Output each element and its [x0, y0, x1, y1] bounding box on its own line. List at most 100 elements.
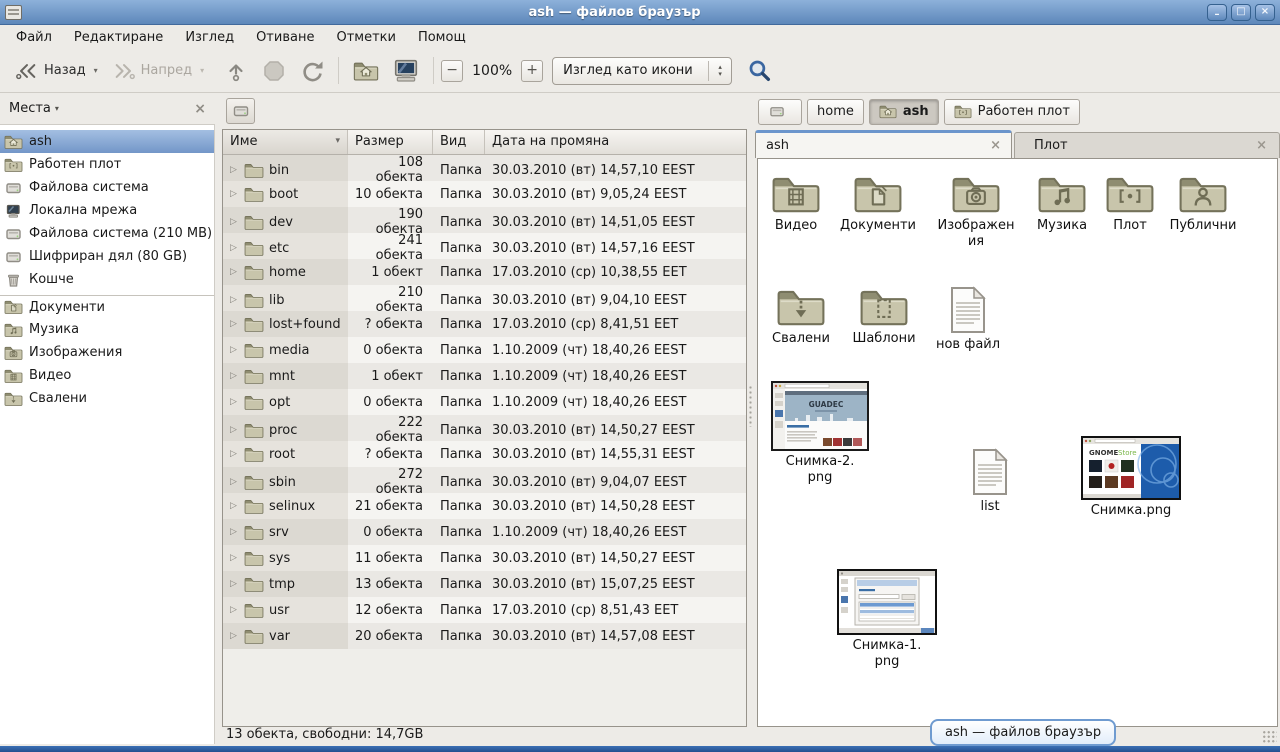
up-button[interactable] [217, 55, 255, 87]
table-row[interactable]: ▷ usr 12 обекта Папка 17.03.2010 (ср) 8,… [223, 597, 746, 623]
tab-ash[interactable]: ash × [755, 130, 1012, 158]
zoom-in-button[interactable]: + [521, 60, 543, 82]
expander-icon[interactable]: ▷ [228, 371, 239, 381]
expander-icon[interactable]: ▷ [228, 189, 239, 199]
breadcrumb-button[interactable]: Работен плот [944, 99, 1080, 125]
expander-icon[interactable]: ▷ [228, 477, 239, 487]
back-button[interactable]: Назад ▾ [8, 56, 105, 86]
table-row[interactable]: ▷ mnt 1 обект Папка 1.10.2009 (чт) 18,40… [223, 363, 746, 389]
places-item[interactable]: Локална мрежа [0, 199, 214, 222]
places-item[interactable]: Шифриран дял (80 GB) [0, 245, 214, 268]
expander-icon[interactable]: ▷ [228, 449, 239, 459]
reload-button[interactable] [293, 55, 331, 87]
computer-button[interactable] [386, 55, 426, 87]
places-item[interactable]: Свалени [0, 387, 214, 410]
expander-icon[interactable]: ▷ [228, 527, 239, 537]
forward-dropdown-icon[interactable]: ▾ [200, 66, 204, 75]
tab-plot[interactable]: Плот × [1014, 132, 1280, 158]
places-item[interactable]: Работен плот [0, 153, 214, 176]
expander-icon[interactable]: ▷ [228, 605, 239, 615]
file-item[interactable]: Изображен ия [933, 173, 1019, 250]
file-item[interactable]: Документи [835, 173, 921, 234]
file-item[interactable]: нов файл [925, 286, 1011, 353]
table-row[interactable]: ▷ etc 241 обекта Папка 30.03.2010 (вт) 1… [223, 233, 746, 259]
expander-icon[interactable]: ▷ [228, 267, 239, 277]
expander-icon[interactable]: ▷ [228, 243, 239, 253]
table-row[interactable]: ▷ dev 190 обекта Папка 30.03.2010 (вт) 1… [223, 207, 746, 233]
expander-icon[interactable]: ▷ [228, 631, 239, 641]
table-row[interactable]: ▷ bin 108 обекта Папка 30.03.2010 (вт) 1… [223, 155, 746, 181]
breadcrumb-button[interactable] [758, 99, 802, 125]
expander-icon[interactable]: ▷ [228, 579, 239, 589]
resize-grip[interactable] [1262, 730, 1277, 743]
places-title[interactable]: Места [9, 101, 51, 116]
expander-icon[interactable]: ▷ [228, 553, 239, 563]
expander-icon[interactable]: ▷ [228, 217, 239, 227]
expander-icon[interactable]: ▷ [228, 425, 239, 435]
places-item[interactable]: Файлова система (210 MB) [0, 222, 214, 245]
table-row[interactable]: ▷ sbin 272 обекта Папка 30.03.2010 (вт) … [223, 467, 746, 493]
places-item[interactable]: Документи [0, 295, 214, 318]
tab-close-icon[interactable]: × [990, 138, 1001, 153]
minimize-button[interactable]: – [1207, 4, 1227, 21]
menu-item[interactable]: Помощ [407, 27, 477, 48]
search-button[interactable] [744, 55, 775, 86]
expander-icon[interactable]: ▷ [228, 345, 239, 355]
table-row[interactable]: ▷ tmp 13 обекта Папка 30.03.2010 (вт) 15… [223, 571, 746, 597]
stop-button[interactable] [255, 55, 293, 87]
table-row[interactable]: ▷ root ? обекта Папка 30.03.2010 (вт) 14… [223, 441, 746, 467]
table-row[interactable]: ▷ selinux 21 обекта Папка 30.03.2010 (вт… [223, 493, 746, 519]
column-header-name[interactable]: Име ▾ [223, 130, 348, 154]
breadcrumb-button[interactable]: ash [869, 99, 939, 125]
places-item[interactable]: Изображения [0, 341, 214, 364]
menu-item[interactable]: Изглед [174, 27, 245, 48]
root-location-button[interactable] [226, 98, 255, 124]
places-item[interactable]: Кошче [0, 268, 214, 291]
zoom-out-button[interactable]: − [441, 60, 463, 82]
column-header-type[interactable]: Вид [433, 130, 485, 154]
menu-item[interactable]: Редактиране [63, 27, 174, 48]
view-mode-select[interactable]: Изглед като икони ▴▾ [552, 57, 732, 85]
file-item[interactable]: Снимка.png [1079, 436, 1183, 519]
menu-item[interactable]: Файл [5, 27, 63, 48]
file-item[interactable]: Свалени [758, 286, 844, 347]
table-row[interactable]: ▷ opt 0 обекта Папка 1.10.2009 (чт) 18,4… [223, 389, 746, 415]
forward-button[interactable]: Напред ▾ [105, 56, 212, 86]
home-button[interactable] [346, 56, 386, 86]
close-button[interactable]: × [1255, 4, 1275, 21]
places-item[interactable]: Музика [0, 318, 214, 341]
column-header-date[interactable]: Дата на промяна [485, 130, 746, 154]
table-row[interactable]: ▷ srv 0 обекта Папка 1.10.2009 (чт) 18,4… [223, 519, 746, 545]
file-item[interactable]: Видео [757, 173, 839, 234]
table-row[interactable]: ▷ home 1 обект Папка 17.03.2010 (ср) 10,… [223, 259, 746, 285]
file-item[interactable]: Шаблони [841, 286, 927, 347]
places-dropdown-icon[interactable]: ▾ [55, 104, 59, 113]
expander-icon[interactable]: ▷ [228, 397, 239, 407]
table-row[interactable]: ▷ sys 11 обекта Папка 30.03.2010 (вт) 14… [223, 545, 746, 571]
table-row[interactable]: ▷ boot 10 обекта Папка 30.03.2010 (вт) 9… [223, 181, 746, 207]
maximize-button[interactable]: □ [1231, 4, 1251, 21]
places-item[interactable]: Видео [0, 364, 214, 387]
table-row[interactable]: ▷ lib 210 обекта Папка 30.03.2010 (вт) 9… [223, 285, 746, 311]
table-row[interactable]: ▷ media 0 обекта Папка 1.10.2009 (чт) 18… [223, 337, 746, 363]
places-item[interactable]: Файлова система [0, 176, 214, 199]
table-row[interactable]: ▷ lost+found ? обекта Папка 17.03.2010 (… [223, 311, 746, 337]
file-item[interactable]: Снимка-2. png [768, 381, 872, 486]
tab-close-icon[interactable]: × [1256, 138, 1267, 153]
expander-icon[interactable]: ▷ [228, 165, 239, 175]
breadcrumb-button[interactable]: home [807, 99, 864, 125]
menu-item[interactable]: Отметки [325, 27, 406, 48]
places-item[interactable]: ash [0, 130, 214, 153]
expander-icon[interactable]: ▷ [228, 319, 239, 329]
table-row[interactable]: ▷ var 20 обекта Папка 30.03.2010 (вт) 14… [223, 623, 746, 649]
file-item[interactable]: Снимка-1. png [835, 569, 939, 670]
expander-icon[interactable]: ▷ [228, 501, 239, 511]
menu-item[interactable]: Отиване [245, 27, 325, 48]
back-dropdown-icon[interactable]: ▾ [94, 66, 98, 75]
places-close-button[interactable]: × [194, 101, 206, 117]
file-item[interactable]: Публични [1160, 173, 1246, 234]
column-header-size[interactable]: Размер [348, 130, 433, 154]
expander-icon[interactable]: ▷ [228, 295, 239, 305]
pane-splitter-handle[interactable] [748, 385, 753, 427]
file-item[interactable]: list [947, 448, 1033, 515]
